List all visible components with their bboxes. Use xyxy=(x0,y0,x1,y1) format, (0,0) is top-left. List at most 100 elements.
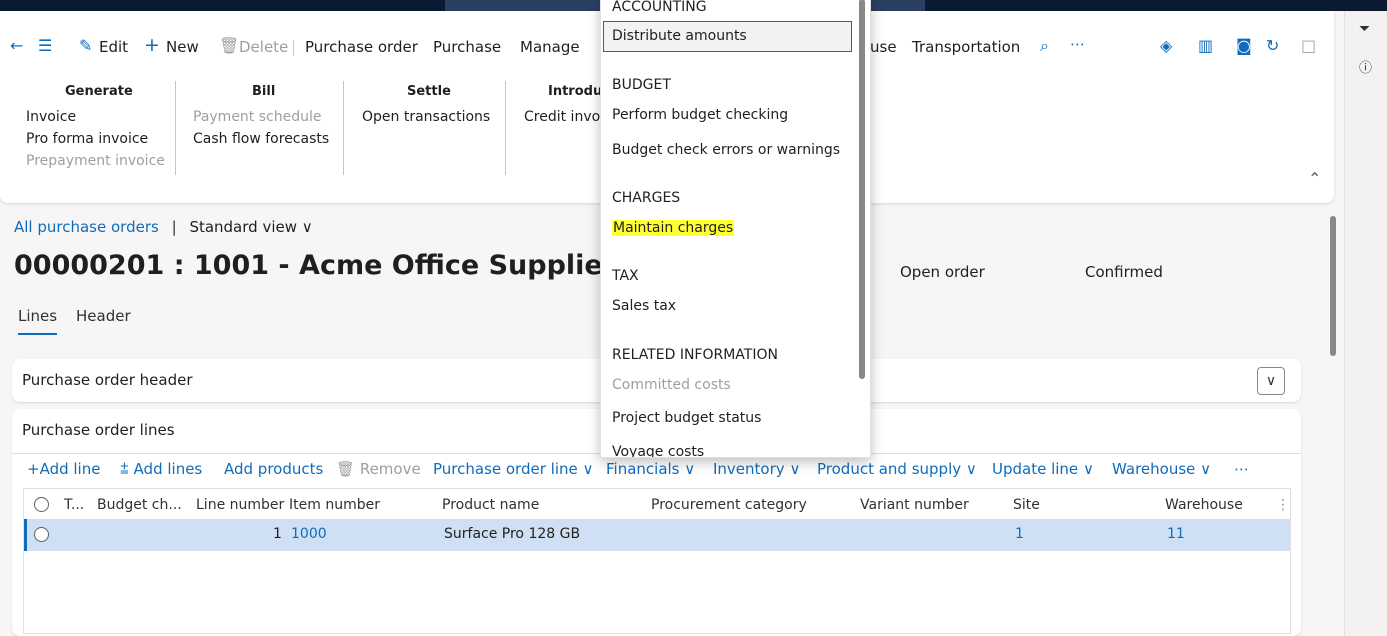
remove-label: Remove xyxy=(359,460,421,478)
tab-lines[interactable]: Lines xyxy=(18,307,58,335)
more-options-button[interactable]: ⋯ xyxy=(1234,460,1249,478)
add-line-button[interactable]: +Add line xyxy=(27,460,100,478)
menu-item-voyage-costs[interactable]: Voyage costs xyxy=(612,444,704,457)
tab-header[interactable]: Header xyxy=(76,307,131,325)
update-line-menu[interactable]: Update line ∨ xyxy=(992,460,1094,478)
invoice-button[interactable]: Invoice xyxy=(26,109,76,125)
popout-icon[interactable]: □ xyxy=(1301,36,1316,55)
open-transactions-button[interactable]: Open transactions xyxy=(362,109,490,125)
collapse-ribbon-icon[interactable]: ⌃ xyxy=(1308,169,1321,188)
purchase-lines-grid: T... Budget ch... Line number Item numbe… xyxy=(23,488,1291,634)
inventory-menu[interactable]: Inventory ∨ xyxy=(713,460,800,478)
page-scrollbar[interactable] xyxy=(1330,216,1336,356)
delete-button[interactable]: Delete xyxy=(239,38,288,56)
chevron-down-icon: ∨ xyxy=(1200,460,1212,478)
title-bar-segment xyxy=(870,0,925,11)
refresh-icon[interactable]: ↻ xyxy=(1266,36,1279,55)
column-header-product-name[interactable]: Product name xyxy=(442,497,539,513)
all-purchase-orders-link[interactable]: All purchase orders xyxy=(14,218,159,236)
office-icon[interactable]: ▥ xyxy=(1198,36,1213,55)
more-options-button[interactable]: ⋯ xyxy=(1070,35,1085,53)
info-icon[interactable]: ⓘ xyxy=(1359,57,1372,76)
attachment-icon[interactable]: ◙ xyxy=(1236,36,1252,55)
payment-schedule-button[interactable]: Payment schedule xyxy=(193,109,321,125)
view-selector-label: Standard view xyxy=(189,218,297,236)
add-lines-label: Add lines xyxy=(133,460,203,478)
prepayment-invoice-button[interactable]: Prepayment invoice xyxy=(26,153,165,169)
row-select-radio[interactable] xyxy=(34,527,49,542)
column-header-line-number[interactable]: Line number xyxy=(196,497,284,513)
cell-site[interactable]: 1 xyxy=(1015,526,1024,542)
add-lines-button[interactable]: ⩲ Add lines xyxy=(120,460,202,478)
cell-line-number: 1 xyxy=(273,526,282,542)
divider xyxy=(293,40,294,56)
expand-button[interactable]: ∨ xyxy=(1257,367,1285,395)
product-and-supply-menu[interactable]: Product and supply ∨ xyxy=(817,460,977,478)
menu-lines-icon[interactable]: ☰ xyxy=(38,36,52,55)
breadcrumb-separator: | xyxy=(171,218,177,236)
right-rail: ⏷ ⓘ xyxy=(1344,11,1387,636)
card-title: Purchase order lines xyxy=(22,421,175,439)
menu-item-sales-tax[interactable]: Sales tax xyxy=(612,298,676,314)
cell-item-number[interactable]: 1000 xyxy=(291,526,327,542)
menu-item-distribute-amounts[interactable]: Distribute amounts xyxy=(612,28,747,44)
tab-purchase[interactable]: Purchase xyxy=(433,38,501,56)
tab-transportation[interactable]: Transportation xyxy=(912,38,1020,56)
credit-invoice-button[interactable]: Credit invo xyxy=(524,109,600,125)
edit-button[interactable]: Edit xyxy=(99,38,128,56)
column-header-type[interactable]: T... xyxy=(64,497,84,513)
view-selector[interactable]: Standard view ∨ xyxy=(189,218,312,236)
filter-icon[interactable]: ⏷ xyxy=(1359,21,1370,37)
add-products-button[interactable]: Add products xyxy=(224,460,323,478)
plus-icon: + xyxy=(27,460,40,478)
chevron-down-icon: ∨ xyxy=(965,460,977,478)
menu-heading-charges: CHARGES xyxy=(612,190,681,206)
cash-flow-forecasts-button[interactable]: Cash flow forecasts xyxy=(193,131,329,147)
column-options-icon[interactable]: ⋮ xyxy=(1276,497,1290,513)
remove-button[interactable]: 🗑︎ Remove xyxy=(336,460,421,478)
column-header-warehouse[interactable]: Warehouse xyxy=(1165,497,1243,513)
column-header-budget-check[interactable]: Budget ch... xyxy=(97,497,182,513)
financials-menu[interactable]: Financials ∨ xyxy=(606,460,695,478)
tab-purchase-order[interactable]: Purchase order xyxy=(305,38,418,56)
purchase-order-line-menu[interactable]: Purchase order line ∨ xyxy=(433,460,594,478)
card-title: Purchase order header xyxy=(22,371,193,389)
menu-item-committed-costs[interactable]: Committed costs xyxy=(612,377,731,393)
add-lines-icon: ⩲ xyxy=(120,460,129,478)
column-header-site[interactable]: Site xyxy=(1013,497,1040,513)
trash-icon: 🗑︎ xyxy=(336,460,356,478)
manage-dropdown-menu: ACCOUNTING Distribute amounts BUDGET Per… xyxy=(600,0,871,458)
back-arrow-icon[interactable]: ← xyxy=(10,36,23,55)
pro-forma-invoice-button[interactable]: Pro forma invoice xyxy=(26,131,148,147)
column-header-procurement-category[interactable]: Procurement category xyxy=(651,497,807,513)
divider xyxy=(343,81,344,175)
breadcrumb: All purchase orders | Standard view ∨ xyxy=(14,218,313,236)
warehouse-label: Warehouse xyxy=(1112,460,1196,478)
add-line-label: Add line xyxy=(39,460,101,478)
cell-warehouse[interactable]: 11 xyxy=(1167,526,1185,542)
divider xyxy=(175,81,176,175)
select-all-radio[interactable] xyxy=(34,497,49,512)
menu-item-perform-budget-checking[interactable]: Perform budget checking xyxy=(612,107,788,123)
plus-icon: + xyxy=(144,34,160,56)
search-icon[interactable]: ⌕ xyxy=(1040,36,1049,56)
table-row[interactable]: 1 1000 Surface Pro 128 GB 1 11 xyxy=(24,519,1290,551)
order-status: Open order xyxy=(900,263,985,281)
approval-status: Confirmed xyxy=(1085,263,1163,281)
menu-heading-accounting: ACCOUNTING xyxy=(612,0,707,15)
warehouse-menu[interactable]: Warehouse ∨ xyxy=(1112,460,1211,478)
diamond-icon[interactable]: ◈ xyxy=(1160,36,1172,55)
column-header-variant-number[interactable]: Variant number xyxy=(860,497,969,513)
column-header-item-number[interactable]: Item number xyxy=(289,497,380,513)
new-button[interactable]: New xyxy=(166,38,199,56)
tab-manage[interactable]: Manage xyxy=(520,38,580,56)
chevron-down-icon: ∨ xyxy=(1082,460,1094,478)
search-box[interactable] xyxy=(445,0,600,11)
menu-item-project-budget-status[interactable]: Project budget status xyxy=(612,410,761,426)
tab-warehouse[interactable]: use xyxy=(870,38,897,56)
financials-label: Financials xyxy=(606,460,680,478)
cell-product-name[interactable]: Surface Pro 128 GB xyxy=(444,526,580,542)
menu-item-budget-check-errors[interactable]: Budget check errors or warnings xyxy=(612,142,840,158)
menu-scrollbar[interactable] xyxy=(859,0,865,379)
menu-item-maintain-charges[interactable]: Maintain charges xyxy=(612,220,735,236)
